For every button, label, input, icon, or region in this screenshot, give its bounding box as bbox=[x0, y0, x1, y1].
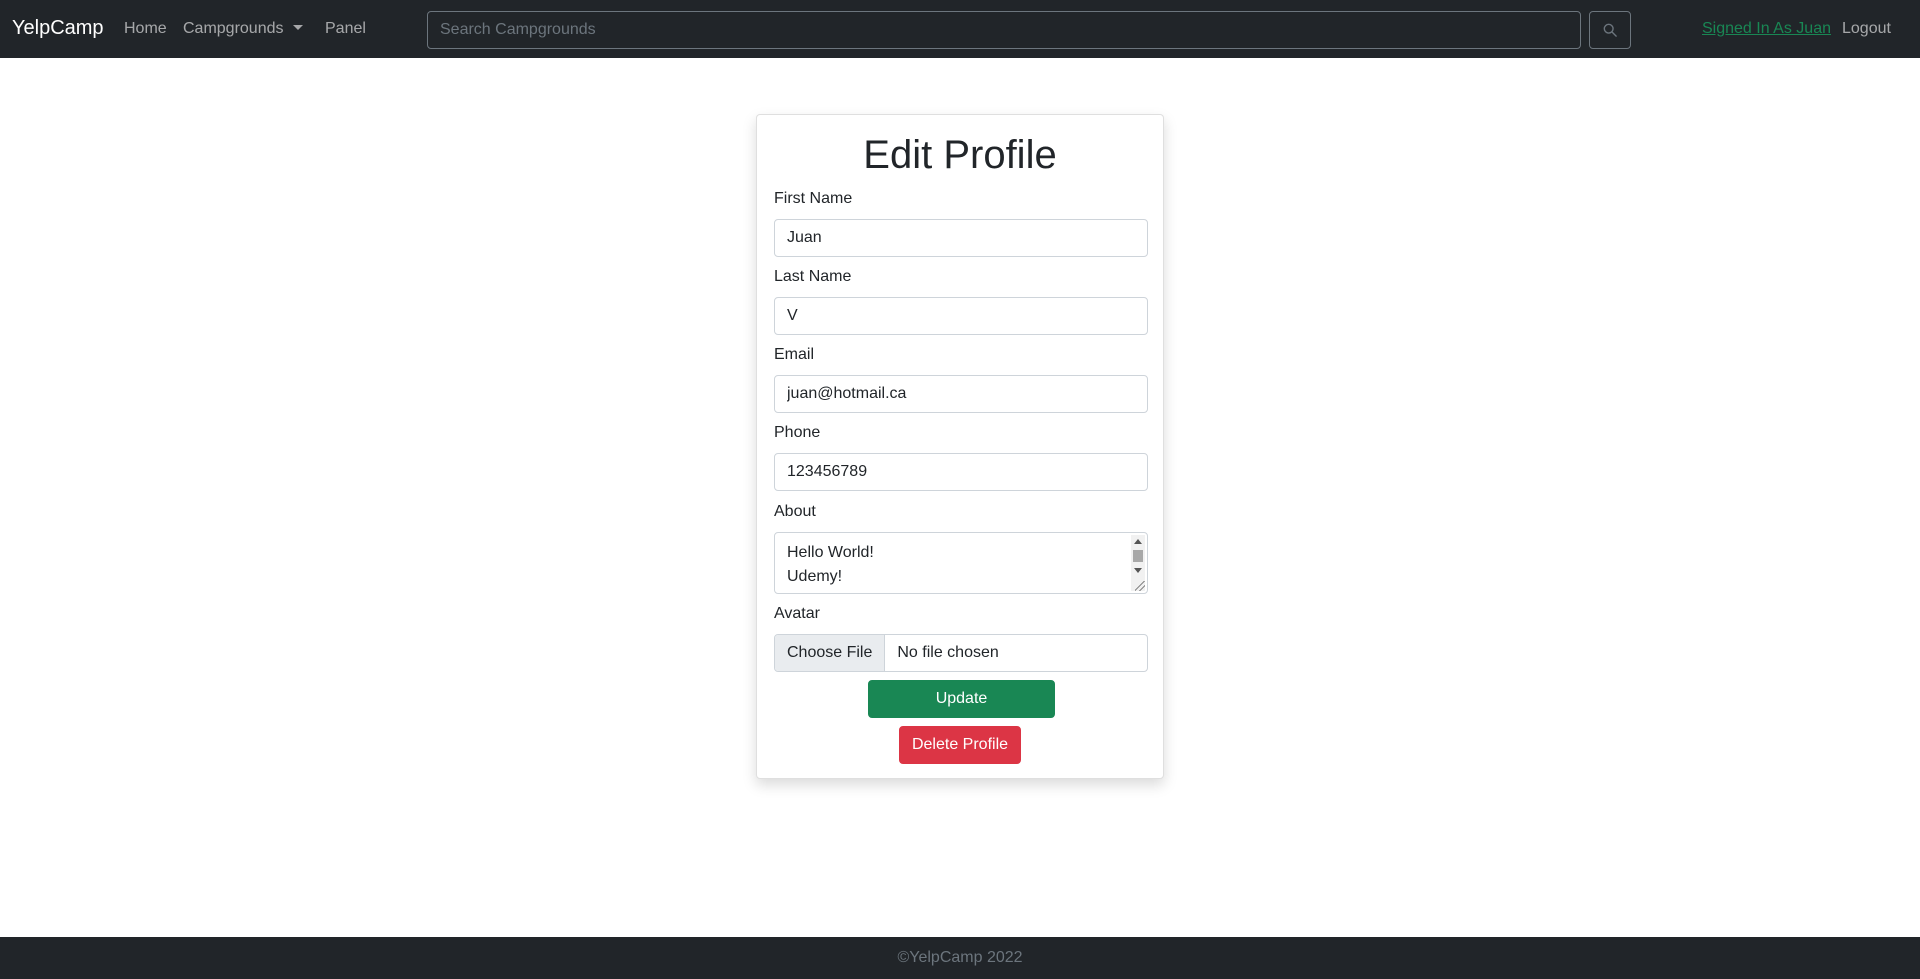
chevron-down-icon bbox=[292, 25, 303, 30]
search-icon bbox=[1603, 23, 1617, 37]
last-name-field[interactable] bbox=[774, 297, 1148, 335]
first-name-field[interactable] bbox=[774, 219, 1148, 257]
navbar: YelpCamp Home Campgrounds Panel Signed I… bbox=[0, 0, 1920, 58]
update-button[interactable]: Update bbox=[868, 680, 1055, 718]
about-line: Udemy! bbox=[787, 568, 843, 585]
scroll-up-arrow-icon[interactable] bbox=[1134, 539, 1142, 544]
nav-dropdown-label: Campgrounds bbox=[183, 20, 284, 37]
choose-file-button[interactable]: Choose File bbox=[775, 635, 886, 671]
first-name-label: First Name bbox=[774, 190, 853, 207]
search-button[interactable] bbox=[1589, 11, 1631, 49]
nav-link-panel[interactable]: Panel bbox=[325, 20, 366, 38]
resize-grip-icon[interactable] bbox=[1135, 581, 1145, 591]
about-textarea[interactable]: Hello World! Udemy! bbox=[774, 532, 1148, 594]
last-name-label: Last Name bbox=[774, 268, 852, 285]
email-label: Email bbox=[774, 346, 815, 363]
avatar-file-input[interactable]: Choose File No file chosen bbox=[774, 634, 1148, 672]
file-status-text: No file chosen bbox=[897, 644, 999, 661]
logout-link[interactable]: Logout bbox=[1842, 20, 1891, 38]
page-title: Edit Profile bbox=[863, 133, 1057, 177]
nav-dropdown-campgrounds[interactable]: Campgrounds bbox=[183, 20, 303, 38]
about-line: Hello World! bbox=[787, 544, 874, 561]
edit-profile-card: Edit Profile First Name Last Name Email … bbox=[756, 114, 1164, 779]
delete-profile-button[interactable]: Delete Profile bbox=[899, 726, 1021, 764]
search-input[interactable] bbox=[427, 11, 1581, 49]
avatar-label: Avatar bbox=[774, 605, 820, 622]
scrollbar-thumb[interactable] bbox=[1133, 550, 1143, 562]
phone-label: Phone bbox=[774, 424, 821, 441]
footer-copyright: ©YelpCamp 2022 bbox=[897, 949, 1023, 966]
brand-link[interactable]: YelpCamp bbox=[12, 17, 104, 40]
signed-in-user-link[interactable]: Signed In As Juan bbox=[1702, 20, 1831, 38]
about-label: About bbox=[774, 503, 816, 520]
email-field[interactable] bbox=[774, 375, 1148, 413]
phone-field[interactable] bbox=[774, 453, 1148, 491]
nav-link-home[interactable]: Home bbox=[124, 20, 167, 38]
footer: ©YelpCamp 2022 bbox=[0, 937, 1920, 979]
scroll-down-arrow-icon[interactable] bbox=[1134, 568, 1142, 573]
